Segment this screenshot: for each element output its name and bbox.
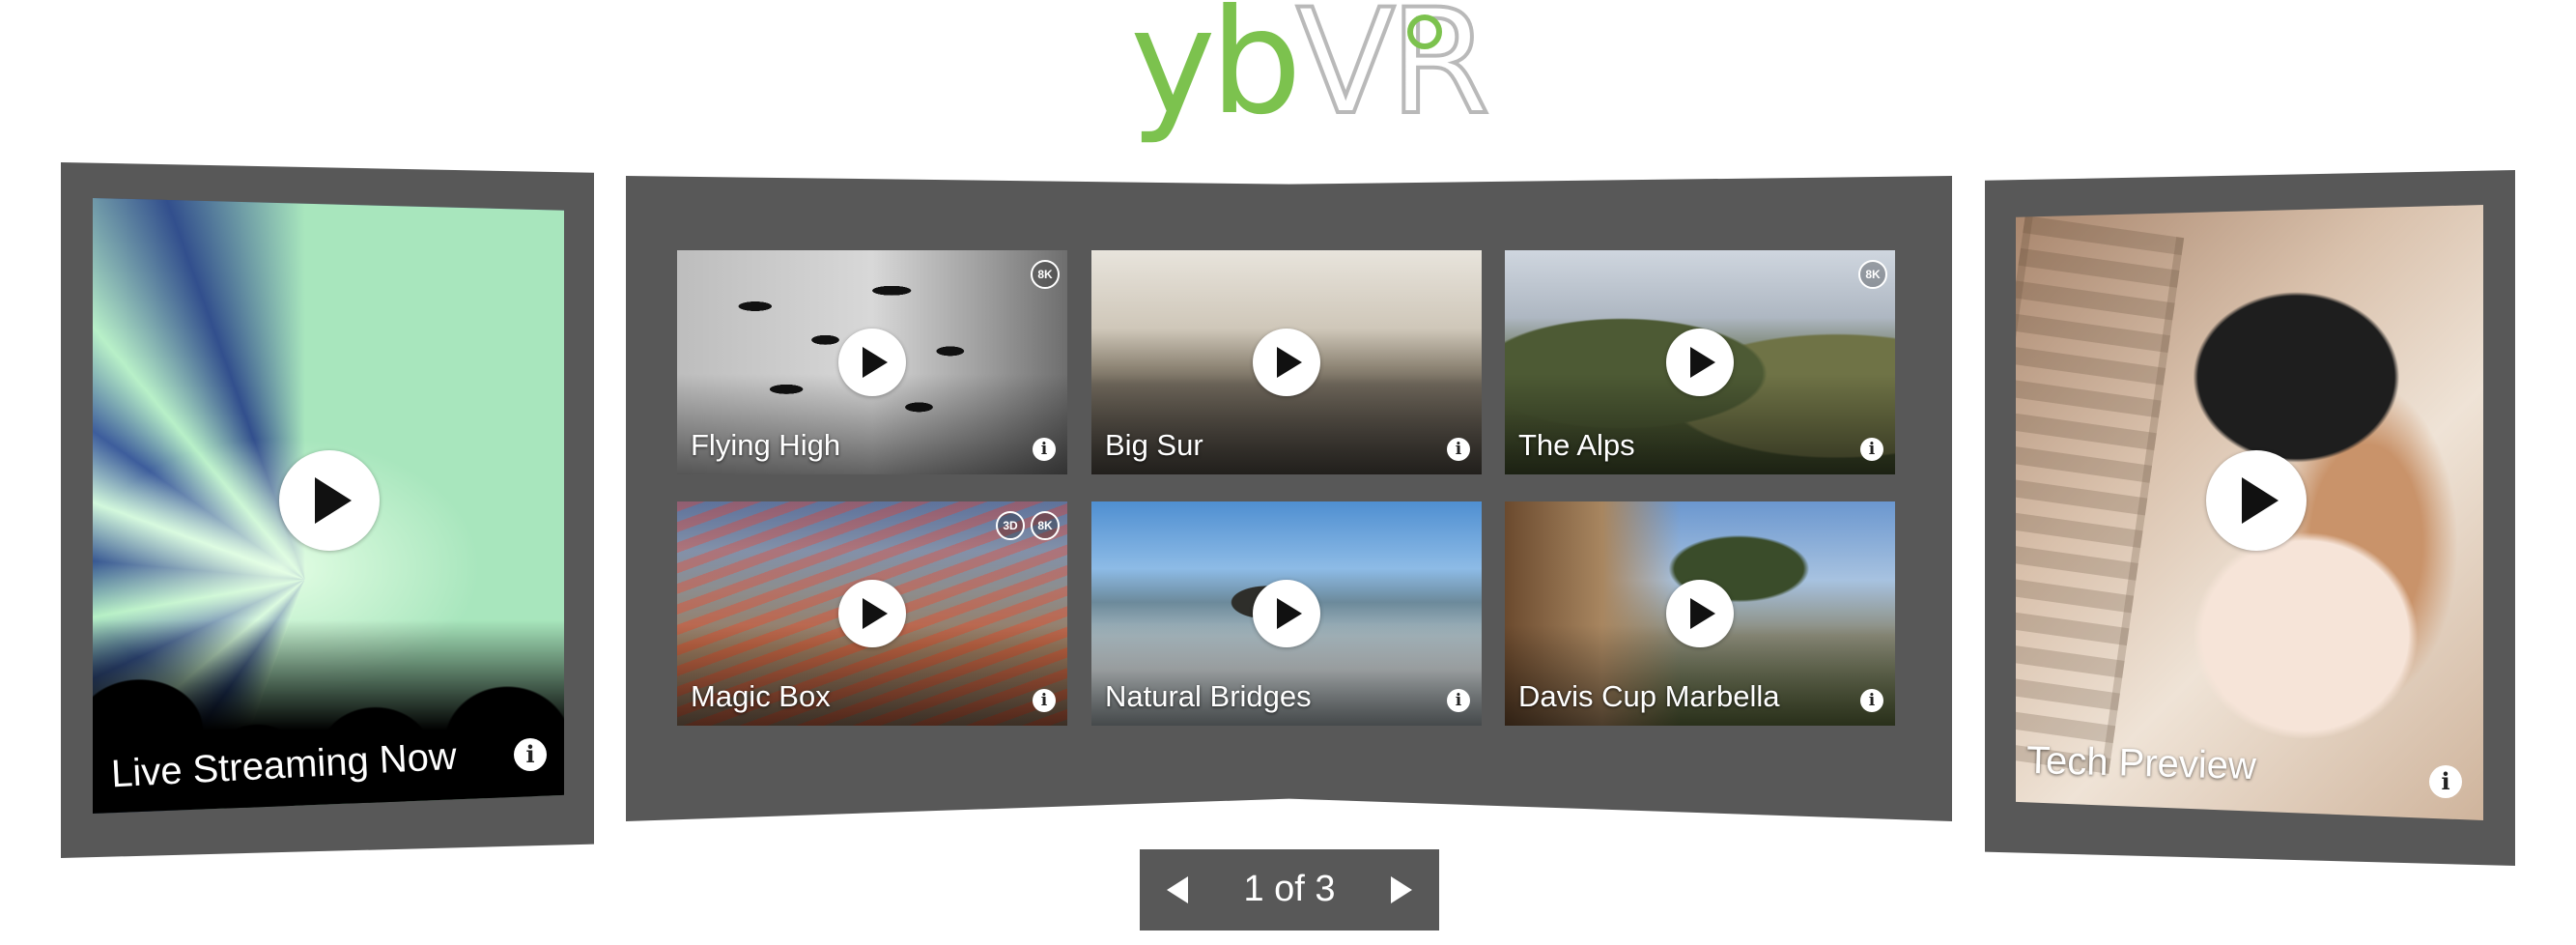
info-icon[interactable]: i — [1860, 689, 1883, 712]
info-icon[interactable]: i — [514, 738, 547, 771]
badge-group: 3D 8K — [996, 511, 1060, 540]
vr-video-browser: ybVR Live Streaming Now i 8K Flying High… — [0, 0, 2576, 945]
badge-group: 8K — [1858, 260, 1887, 289]
ybvr-logo: ybVR — [1130, 0, 1492, 164]
play-icon[interactable] — [1253, 580, 1320, 647]
info-icon[interactable]: i — [1033, 689, 1056, 712]
video-tile-big-sur[interactable]: Big Sur i — [1091, 250, 1482, 474]
logo-yb: yb — [1130, 0, 1302, 147]
play-icon[interactable] — [838, 580, 906, 647]
tile-title: Natural Bridges — [1105, 679, 1312, 713]
play-icon[interactable] — [838, 329, 906, 396]
resolution-badge: 8K — [1031, 511, 1060, 540]
featured-tech-title: Tech Preview — [2025, 738, 2257, 788]
info-icon[interactable]: i — [1860, 438, 1883, 461]
3d-badge: 3D — [996, 511, 1025, 540]
tile-title: Big Sur — [1105, 428, 1203, 462]
resolution-badge: 8K — [1858, 260, 1887, 289]
play-icon[interactable] — [1666, 329, 1734, 396]
video-tile-the-alps[interactable]: 8K The Alps i — [1505, 250, 1895, 474]
chevron-right-icon[interactable] — [1391, 876, 1412, 903]
info-icon[interactable]: i — [1033, 438, 1056, 461]
tile-title: Flying High — [691, 428, 841, 462]
film-strip-decoration — [2016, 215, 2185, 774]
video-tile-natural-bridges[interactable]: Natural Bridges i — [1091, 501, 1482, 726]
tile-title: Magic Box — [691, 679, 831, 713]
video-tile-flying-high[interactable]: 8K Flying High i — [677, 250, 1067, 474]
video-tile-davis-cup-marbella[interactable]: Davis Cup Marbella i — [1505, 501, 1895, 726]
info-icon[interactable]: i — [2429, 765, 2462, 798]
info-icon[interactable]: i — [1447, 689, 1470, 712]
video-tile-magic-box[interactable]: 3D 8K Magic Box i — [677, 501, 1067, 726]
play-icon[interactable] — [1253, 329, 1320, 396]
play-icon[interactable] — [279, 450, 380, 551]
tile-title: The Alps — [1518, 428, 1635, 462]
logo-vr: VR — [1294, 0, 1492, 147]
info-icon[interactable]: i — [1447, 438, 1470, 461]
play-icon[interactable] — [1666, 580, 1734, 647]
logo-dot-icon — [1407, 14, 1442, 49]
pager: 1 of 3 — [1140, 849, 1439, 931]
play-icon[interactable] — [2206, 450, 2307, 551]
resolution-badge: 8K — [1031, 260, 1060, 289]
badge-group: 8K — [1031, 260, 1060, 289]
tile-title: Davis Cup Marbella — [1518, 679, 1780, 713]
